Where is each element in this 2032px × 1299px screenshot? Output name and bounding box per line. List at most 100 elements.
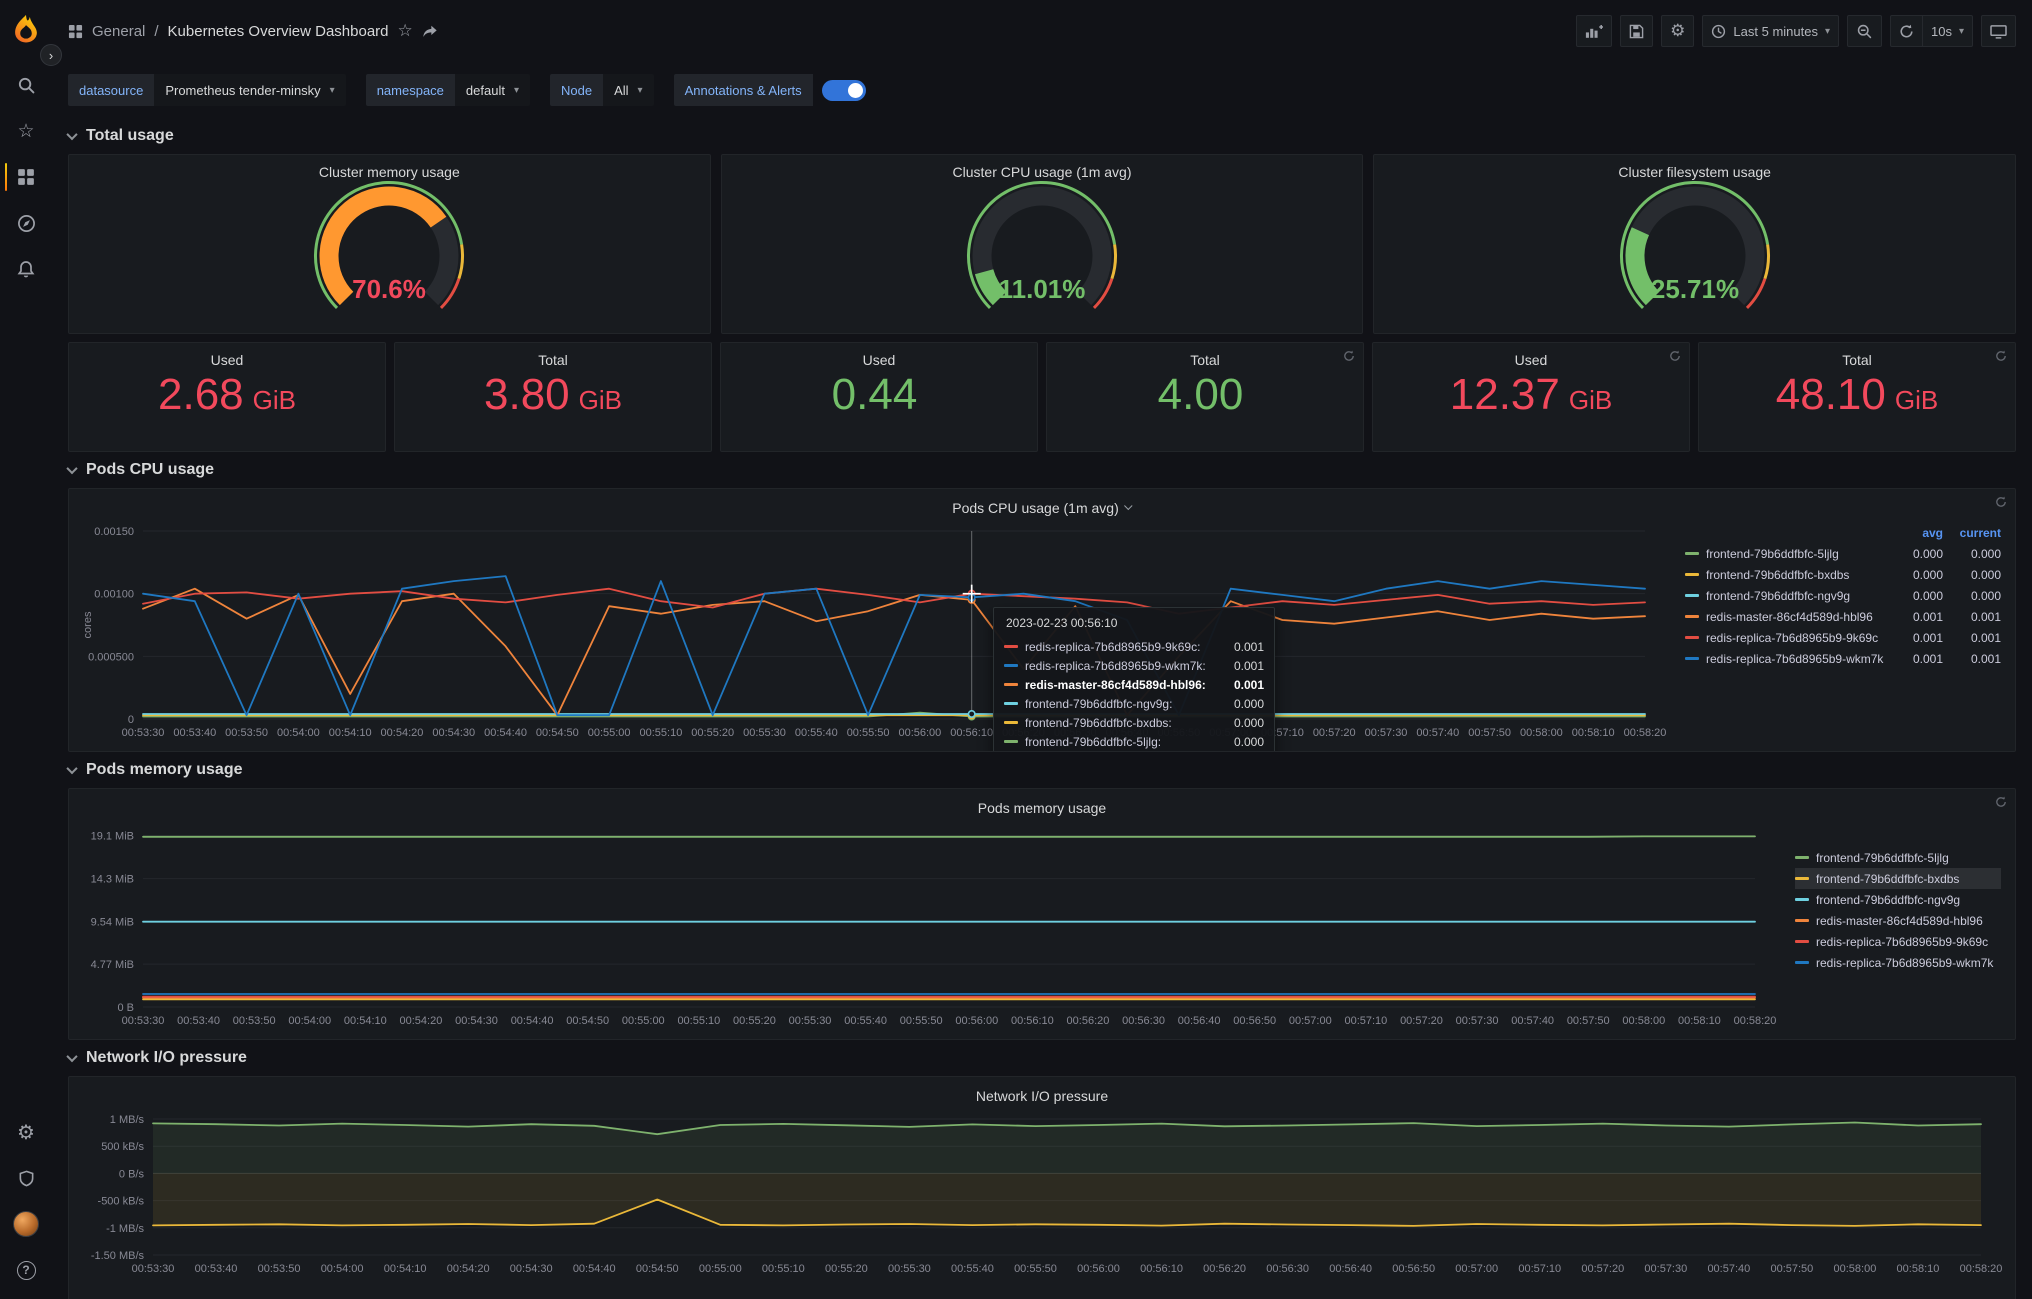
svg-text:00:57:40: 00:57:40 (1707, 1263, 1750, 1275)
grafana-logo[interactable] (9, 12, 43, 46)
legend-column-current[interactable]: current (1943, 526, 2001, 540)
alerting-bell-icon (17, 260, 35, 278)
pods-memory-usage-chart[interactable]: 0 B 4.77 MiB 9.54 MiB 14.3 MiB 19.1 MiB 00:53… (79, 821, 1781, 1035)
namespace-dropdown[interactable]: default ▾ (454, 74, 530, 106)
legend-series-name[interactable]: frontend-79b6ddfbfc-ngv9g (1706, 589, 1891, 603)
svg-text:00:53:30: 00:53:30 (122, 727, 165, 739)
breadcrumb-section[interactable]: General (92, 23, 145, 40)
legend-series-name[interactable]: redis-master-86cf4d589d-hbl96 (1706, 610, 1891, 624)
section-title: Network I/O pressure (86, 1049, 247, 1066)
legend-item[interactable]: frontend-79b6ddfbfc-bxdbs 0.000 0.000 (1685, 564, 2001, 585)
stat-value: 12.37 (1449, 370, 1560, 419)
svg-text:00:58:00: 00:58:00 (1520, 727, 1563, 739)
panel-header[interactable]: Pods memory usage (79, 795, 2005, 821)
refresh-interval-picker[interactable]: 10s ▾ (1923, 15, 1973, 47)
refresh-icon[interactable] (1343, 350, 1355, 362)
variable-namespace: namespace default ▾ (365, 74, 530, 106)
svg-text:00:57:20: 00:57:20 (1581, 1263, 1624, 1275)
dashboard-settings-button[interactable]: ⚙ (1661, 15, 1695, 47)
memory-chart-legend: frontend-79b6ddfbfc-5ljlg frontend-79b6dd… (1781, 821, 2005, 973)
sidebar-item-configuration[interactable]: ⚙ (3, 1109, 49, 1155)
legend-column-avg[interactable]: avg (1891, 526, 1943, 540)
panel-title[interactable]: Used (1515, 352, 1548, 368)
series-color-dash (1685, 636, 1699, 639)
sidebar-item-dashboards[interactable] (3, 154, 49, 200)
panel-title[interactable]: Used (211, 352, 244, 368)
legend-series-name[interactable]: redis-replica-7b6d8965b9-wkm7k (1706, 652, 1891, 666)
legend-item[interactable]: frontend-79b6ddfbfc-5ljlg 0.000 0.000 (1685, 543, 2001, 564)
sidebar-item-help[interactable]: ? (3, 1247, 49, 1293)
legend-series-name[interactable]: frontend-79b6ddfbfc-bxdbs (1816, 872, 2001, 886)
panel-header[interactable]: Network I/O pressure (79, 1083, 2005, 1109)
legend-item[interactable]: redis-master-86cf4d589d-hbl96 0.001 0.001 (1685, 606, 2001, 627)
legend-item[interactable]: frontend-79b6ddfbfc-ngv9g (1795, 889, 2001, 910)
share-icon[interactable] (422, 24, 438, 39)
sidebar-expand-button[interactable]: › (40, 44, 62, 66)
panel-title[interactable]: Total (1190, 352, 1220, 368)
chevron-down-icon: ▾ (1958, 25, 1964, 37)
section-pods-cpu-usage[interactable]: Pods CPU usage (66, 452, 2016, 488)
legend-avg-value: 0.001 (1912, 609, 1943, 624)
datasource-dropdown[interactable]: Prometheus tender-minsky ▾ (154, 74, 346, 106)
save-dashboard-button[interactable] (1620, 15, 1654, 47)
section-total-usage[interactable]: Total usage (66, 118, 2016, 154)
section-pods-memory-usage[interactable]: Pods memory usage (66, 752, 2016, 788)
legend-item[interactable]: redis-replica-7b6d8965b9-wkm7k 0.001 0.001 (1685, 648, 2001, 669)
panel-title[interactable]: Total (1842, 352, 1872, 368)
panel-title[interactable]: Pods memory usage (978, 800, 1106, 816)
legend-series-name[interactable]: redis-replica-7b6d8965b9-wkm7k (1816, 956, 2001, 970)
legend-series-name[interactable]: redis-replica-7b6d8965b9-9k69c (1816, 935, 2001, 949)
sidebar-item-alerting[interactable] (3, 246, 49, 292)
dashboards-grid-icon (17, 168, 35, 186)
sidebar-item-search[interactable] (3, 62, 49, 108)
legend-series-name[interactable]: frontend-79b6ddfbfc-5ljlg (1816, 851, 2001, 865)
add-panel-button[interactable] (1576, 15, 1613, 47)
variable-datasource: datasource Prometheus tender-minsky ▾ (68, 74, 346, 106)
legend-series-name[interactable]: frontend-79b6ddfbfc-bxdbs (1706, 568, 1891, 582)
panel-cpu-used: Used 0.44 (720, 342, 1038, 452)
node-dropdown[interactable]: All ▾ (603, 74, 654, 106)
refresh-icon[interactable] (1995, 350, 2007, 362)
chevron-down-icon (66, 1050, 78, 1063)
network-io-pressure-chart[interactable]: 1 MB/s 500 kB/s 0 B/s -500 kB/s -1 MB/s -1.50… (79, 1109, 2007, 1281)
sidebar-item-profile[interactable] (3, 1201, 49, 1247)
pods-cpu-usage-chart[interactable]: 0 0.000500 0.00100 0.00150 00:53:30 00:53:40 0… (79, 521, 1671, 747)
time-range-picker[interactable]: Last 5 minutes ▾ (1702, 15, 1839, 47)
zoom-out-button[interactable] (1847, 15, 1882, 47)
refresh-icon[interactable] (1995, 796, 2007, 808)
breadcrumb-dashboard-title[interactable]: Kubernetes Overview Dashboard (168, 23, 389, 40)
refresh-icon[interactable] (1669, 350, 1681, 362)
favorite-star-icon[interactable]: ☆ (398, 21, 413, 41)
svg-text:00:55:30: 00:55:30 (743, 727, 786, 739)
panel-header[interactable]: Pods CPU usage (1m avg) (79, 495, 2005, 521)
legend-item[interactable]: frontend-79b6ddfbfc-ngv9g 0.000 0.000 (1685, 585, 2001, 606)
panel-title[interactable]: Total (538, 352, 568, 368)
annotations-toggle[interactable] (821, 79, 866, 101)
section-network-io-pressure[interactable]: Network I/O pressure (66, 1040, 2016, 1076)
legend-series-name[interactable]: redis-replica-7b6d8965b9-9k69c (1706, 631, 1891, 645)
svg-text:00:57:00: 00:57:00 (1289, 1015, 1332, 1027)
sidebar-item-explore[interactable] (3, 200, 49, 246)
panel-title[interactable]: Used (863, 352, 896, 368)
refresh-dashboard-button[interactable] (1890, 15, 1923, 47)
sidebar-item-starred[interactable]: ☆ (3, 108, 49, 154)
sidebar-item-server-admin[interactable] (3, 1155, 49, 1201)
legend-series-name[interactable]: frontend-79b6ddfbfc-ngv9g (1816, 893, 2001, 907)
legend-item[interactable]: redis-master-86cf4d589d-hbl96 (1795, 910, 2001, 931)
legend-item[interactable]: frontend-79b6ddfbfc-5ljlg (1795, 847, 2001, 868)
tv-mode-button[interactable] (1981, 15, 2016, 47)
panel-title[interactable]: Network I/O pressure (976, 1088, 1108, 1104)
svg-text:00:57:50: 00:57:50 (1468, 727, 1511, 739)
grafana-app: ☆ ⚙ ? › General / Kubernetes Overview Da… (0, 0, 2032, 1299)
legend-item[interactable]: redis-replica-7b6d8965b9-wkm7k (1795, 952, 2001, 973)
chevron-down-icon (66, 462, 78, 475)
legend-series-name[interactable]: redis-master-86cf4d589d-hbl96 (1816, 914, 2001, 928)
dashboard-variables-bar: datasource Prometheus tender-minsky ▾ na… (52, 62, 2032, 118)
legend-series-name[interactable]: frontend-79b6ddfbfc-5ljlg (1706, 547, 1891, 561)
legend-item[interactable]: redis-replica-7b6d8965b9-9k69c 0.001 0.001 (1685, 627, 2001, 648)
stat-value: 3.80 (484, 370, 570, 419)
panel-title[interactable]: Pods CPU usage (1m avg) (952, 500, 1119, 516)
refresh-icon[interactable] (1995, 496, 2007, 508)
legend-item[interactable]: redis-replica-7b6d8965b9-9k69c (1795, 931, 2001, 952)
legend-item[interactable]: frontend-79b6ddfbfc-bxdbs (1795, 868, 2001, 889)
